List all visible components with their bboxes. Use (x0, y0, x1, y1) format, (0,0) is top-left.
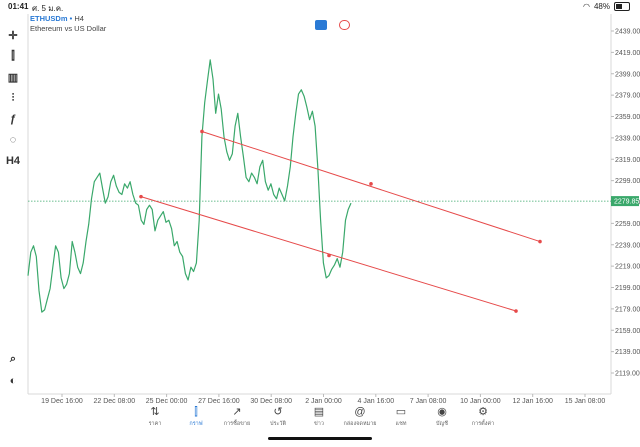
trendline-1 (201, 130, 541, 243)
zoom-icon[interactable]: ⌕ (4, 350, 22, 368)
nav-account-label: บัญชี (436, 421, 448, 427)
nav-mailbox-label: กล่องจดหมาย (343, 421, 377, 427)
price-tick-label: 2359.00 (615, 114, 640, 121)
indicators-icon[interactable]: ▥ (4, 68, 22, 86)
chat-icon: ▭ (395, 406, 407, 418)
nav-quotes-label: ราคา (148, 421, 162, 427)
price-tick-label: 2159.00 (615, 328, 640, 335)
nav-account[interactable]: ◉ บัญชี (419, 404, 465, 428)
symbol-name: ETHUSDm (30, 14, 68, 23)
left-toolbar: ✛ ⫿ ▥ ⫶ ƒ ◌ H4 ⌕ ◐ (0, 14, 24, 394)
timeframe-button[interactable]: H4 (4, 152, 22, 170)
status-bar: 01:41 ศ. 5 ม.ค. ◠ 48% (0, 0, 640, 14)
price-tick-label: 2439.00 (615, 29, 640, 36)
status-right: ◠ 48% (583, 2, 630, 11)
news-icon: ▤ (313, 406, 325, 418)
battery-icon (614, 2, 630, 11)
home-indicator (268, 437, 372, 440)
trendline-1-start-handle (200, 129, 204, 134)
nav-settings[interactable]: ⚙ การตั้งค่า (460, 404, 506, 428)
crosshair-icon[interactable]: ✛ (4, 26, 22, 44)
mailbox-icon: @ (354, 406, 366, 418)
price-tick-label: 2419.00 (615, 50, 640, 57)
nav-settings-label: การตั้งค่า (471, 421, 495, 427)
price-chart[interactable]: 2439.00 2419.00 2399.00 2379.00 2359.00 2339.… (0, 0, 640, 447)
history-icon: ↺ (273, 406, 283, 418)
nav-news[interactable]: ▤ ข่าว (296, 404, 342, 428)
nav-quotes[interactable]: ⇅ ราคา (132, 404, 178, 428)
price-tick-label: 2319.00 (615, 157, 640, 164)
price-tick-label: 2179.00 (615, 306, 640, 313)
nav-news-label: ข่าว (314, 421, 324, 427)
current-price-label: 2279.85 (614, 199, 639, 206)
nav-chart[interactable]: ⫿ กราฟ (173, 404, 219, 428)
trade-icon: ↗ (232, 406, 242, 418)
chart-type-icon[interactable]: ⫿ (4, 47, 22, 65)
gear-icon: ⚙ (478, 406, 488, 418)
symbol-description: Ethereum vs US Dollar (30, 24, 107, 33)
brand-icon[interactable]: ◐ (4, 372, 22, 390)
nav-history-label: ประวัติ (269, 421, 287, 427)
price-tick-label: 2199.00 (615, 285, 640, 292)
price-series-line (27, 59, 352, 313)
trendline-1-end-handle (538, 239, 542, 244)
battery-percent: 48% (593, 2, 610, 11)
symbol-info: ETHUSDm • H4 Ethereum vs US Dollar (30, 14, 106, 34)
price-tick-label: 2379.00 (615, 93, 640, 100)
trendline-2-mid-handle (327, 253, 331, 258)
wifi-icon: ◠ (583, 2, 590, 11)
bottom-navigation: ⇅ ราคา ⫿ กราฟ ↗ การซื้อขาย ↺ ประวัติ ▤ ข่าว @ กล่อง… (0, 404, 640, 434)
symbol-separator: • (69, 14, 73, 23)
price-tick-label: 2299.00 (615, 178, 640, 185)
trendline-1-mid-handle (369, 182, 373, 186)
trendline-2-start-handle (139, 194, 143, 199)
objects-icon[interactable]: ◌ (4, 131, 22, 149)
price-tick-label: 2119.00 (615, 371, 640, 378)
settings-sliders-icon[interactable]: ⫶ (4, 89, 22, 107)
quotes-icon: ⇅ (150, 406, 160, 418)
nav-trade[interactable]: ↗ การซื้อขาย (214, 404, 260, 428)
price-tick-label: 2259.00 (615, 221, 640, 228)
nav-chat[interactable]: ▭ แชท (378, 404, 424, 428)
price-tick-label: 2339.00 (615, 135, 640, 142)
trade-panel-icon[interactable] (339, 20, 350, 30)
trendline-2-end-handle (514, 309, 518, 313)
nav-chat-label: แชท (395, 421, 407, 427)
nav-history[interactable]: ↺ ประวัติ (255, 404, 301, 428)
price-tick-label: 2239.00 (615, 242, 640, 249)
nav-trade-label: การซื้อขาย (223, 421, 251, 427)
one-click-trading-icon[interactable] (315, 20, 327, 30)
status-time: 01:41 (8, 2, 29, 11)
price-tick-label: 2399.00 (615, 71, 640, 78)
symbol-timeframe: H4 (74, 14, 84, 23)
price-tick-label: 2139.00 (615, 349, 640, 356)
function-icon[interactable]: ƒ (4, 110, 22, 128)
nav-mailbox[interactable]: @ กล่องจดหมาย (337, 404, 383, 428)
price-tick-label: 2219.00 (615, 264, 640, 271)
account-icon: ◉ (437, 406, 447, 418)
nav-chart-label: กราฟ (189, 421, 203, 427)
chart-icon: ⫿ (194, 406, 198, 418)
